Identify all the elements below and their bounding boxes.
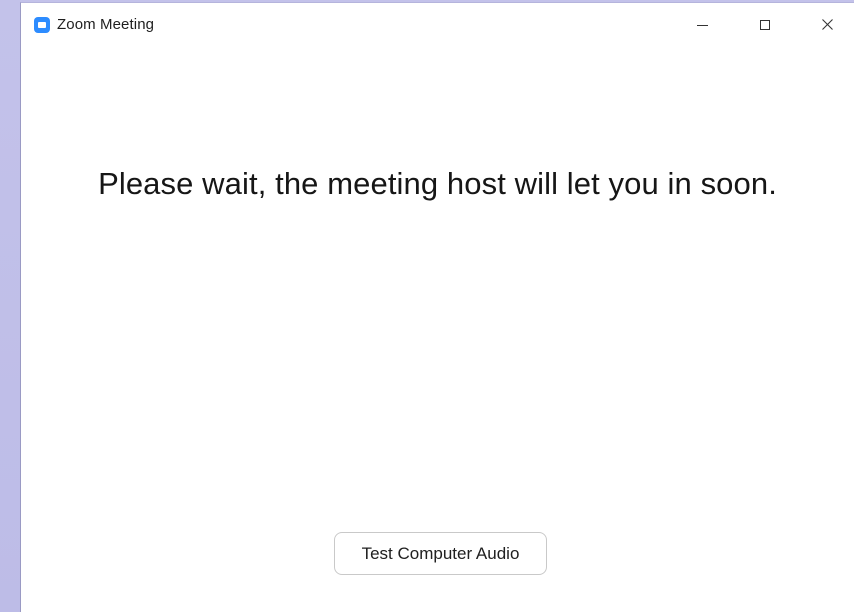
minimize-button[interactable] — [673, 3, 733, 47]
close-button[interactable] — [797, 3, 854, 47]
test-computer-audio-button[interactable]: Test Computer Audio — [334, 532, 547, 575]
maximize-button[interactable] — [735, 3, 795, 47]
title-bar[interactable]: Zoom Meeting — [21, 3, 854, 47]
zoom-meeting-window: Zoom Meeting Please wait, the meeting ho… — [20, 2, 854, 612]
window-title: Zoom Meeting — [57, 16, 155, 33]
waiting-room-message: Please wait, the meeting host will let y… — [98, 166, 777, 201]
close-icon — [822, 19, 833, 30]
zoom-logo-icon — [34, 17, 50, 33]
